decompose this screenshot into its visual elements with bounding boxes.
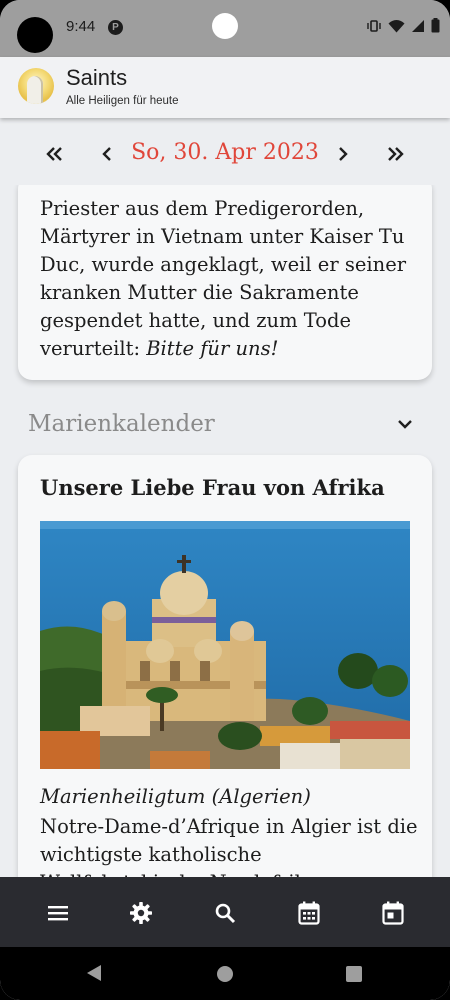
recent-apps-icon[interactable] [346,966,362,982]
marian-card-body: Notre-Dame-d’Afrique in Algier ist die w… [40,815,418,877]
basilica-image [40,521,410,769]
system-navigation-bar [0,947,450,1000]
screen: 9:44 P Saints Alle Heiligen für heute So… [0,0,450,1000]
marian-section-header[interactable]: Marienkalender [0,410,450,446]
gear-icon [130,902,152,924]
bottom-navigation [0,877,450,947]
calendar-today-icon [382,901,404,925]
menu-icon [48,906,68,921]
app-title: Saints [66,65,128,90]
back-icon[interactable] [86,964,102,982]
saint-prayer: Bitte für uns! [146,337,279,360]
search-button[interactable] [212,900,238,926]
chevron-right-icon [339,147,348,161]
saint-description: Priester aus dem Predigerorden, Märtyrer… [40,195,420,363]
camera-cutout [17,17,53,53]
saint-text: Priester aus dem Predigerorden, Märtyrer… [40,197,407,360]
vibrate-icon [367,19,381,32]
notification-p-icon: P [108,20,123,35]
next-date-button[interactable] [328,142,358,166]
status-dot [212,13,238,39]
status-time: 9:44 [66,18,96,35]
status-icons [366,18,440,33]
chevron-down-icon[interactable] [396,418,414,430]
status-bar: 9:44 P [0,0,450,57]
today-button[interactable] [380,900,406,926]
double-chevron-right-icon [388,147,404,161]
marian-card-subtitle: Marienheiligtum (Algerien) [40,785,311,808]
settings-button[interactable] [128,900,154,926]
calendar-button[interactable] [296,900,322,926]
app-subtitle: Alle Heiligen für heute [66,95,179,107]
wifi-icon [388,19,405,32]
last-date-button[interactable] [380,142,410,166]
cell-signal-icon [412,19,424,32]
content-scroll[interactable]: Priester aus dem Predigerorden, Märtyrer… [0,185,450,877]
menu-button[interactable] [45,900,71,926]
section-title: Marienkalender [28,411,215,437]
search-icon [215,903,236,924]
calendar-grid-icon [298,901,320,925]
date-navigation: So, 30. Apr 2023 [0,118,450,188]
marian-card-title: Unsere Liebe Frau von Afrika [40,475,385,500]
home-icon[interactable] [217,966,233,982]
saint-logo-icon [18,68,54,104]
app-bar: Saints Alle Heiligen für heute [0,57,450,118]
marian-card[interactable]: Unsere Liebe Frau von Afrika Marienheili… [18,455,432,877]
saint-card[interactable]: Priester aus dem Predigerorden, Märtyrer… [18,185,432,380]
battery-icon [431,18,440,33]
